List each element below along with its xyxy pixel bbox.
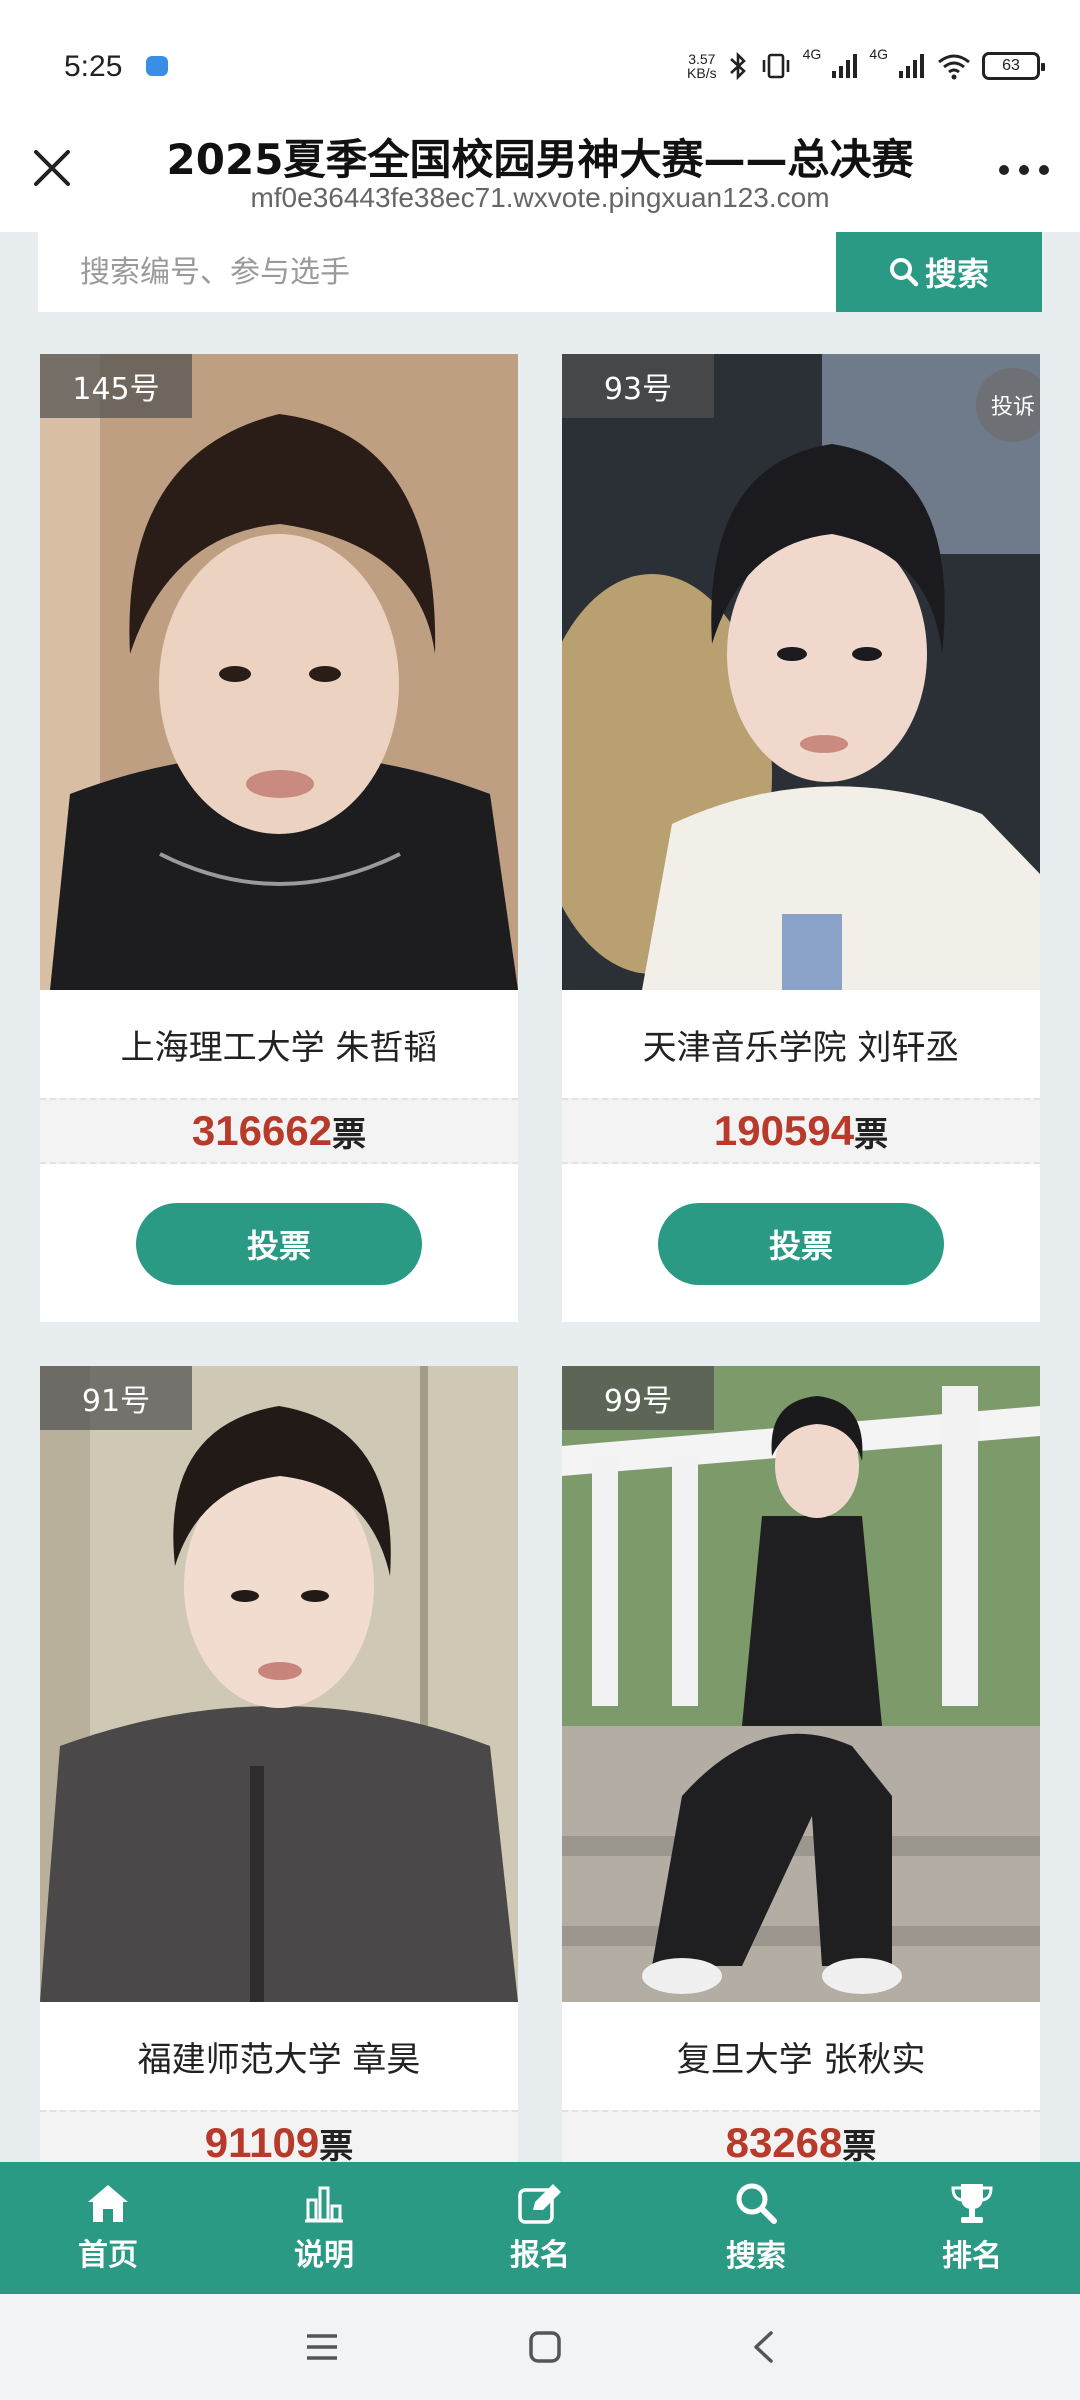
title-bar: 2025夏季全国校园男神大赛——总决赛 mf0e36443fe38ec71.wx… bbox=[0, 120, 1080, 232]
search-icon bbox=[889, 258, 919, 287]
contestant-photo-image bbox=[40, 1366, 518, 2002]
nav-label: 报名 bbox=[510, 2238, 570, 2273]
home-button-icon[interactable] bbox=[529, 2331, 561, 2363]
status-indicators: 3.57 KB/s 4G 4G 63 bbox=[687, 46, 1045, 86]
close-icon[interactable] bbox=[28, 144, 76, 192]
vote-count-number: 83268 bbox=[725, 2119, 843, 2162]
nav-search[interactable]: 搜索 bbox=[648, 2162, 864, 2294]
contestant-card: 91号 福建师范大学 章昊 91109 票 bbox=[40, 1366, 518, 2162]
vote-count-number: 91109 bbox=[204, 2119, 320, 2162]
contestant-photo-image bbox=[40, 354, 518, 990]
contestant-card: 93号 投诉 天津音乐学院 刘轩丞 190594 票 投票 bbox=[562, 354, 1040, 1322]
trophy-icon bbox=[951, 2184, 993, 2223]
contestant-name: 福建师范大学 章昊 bbox=[137, 2039, 421, 2080]
bluetooth-icon bbox=[729, 51, 746, 81]
contestant-photo[interactable]: 99号 bbox=[562, 1366, 1040, 2002]
vote-count-unit: 票 bbox=[319, 2126, 354, 2163]
vote-button[interactable]: 投票 bbox=[658, 1203, 944, 1285]
network-type-1: 4G bbox=[802, 46, 822, 62]
search-button-label: 搜索 bbox=[924, 255, 989, 293]
back-icon[interactable] bbox=[751, 2330, 775, 2364]
contestant-number: 145号 bbox=[40, 354, 192, 418]
signal-icon-2 bbox=[899, 54, 924, 78]
page-title: 2025夏季全国校园男神大赛——总决赛 bbox=[166, 135, 914, 184]
contestant-photo[interactable]: 93号 投诉 bbox=[562, 354, 1040, 990]
contestant-number: 91号 bbox=[40, 1366, 192, 1430]
search-input[interactable] bbox=[38, 232, 836, 312]
card-action: 投票 bbox=[40, 1164, 518, 1322]
report-button[interactable]: 投诉 bbox=[976, 368, 1040, 442]
search-button[interactable]: 搜索 bbox=[836, 232, 1042, 312]
chart-icon bbox=[305, 2186, 343, 2223]
status-bar: 5:25 3.57 KB/s 4G 4G 63 bbox=[0, 0, 1080, 120]
contestant-photo[interactable]: 145号 bbox=[40, 354, 518, 990]
network-speed-unit: KB/s bbox=[687, 65, 717, 81]
menu-icon[interactable] bbox=[305, 2333, 339, 2361]
dot-icon bbox=[1039, 165, 1049, 175]
dot-icon bbox=[999, 165, 1009, 175]
page-url: mf0e36443fe38ec71.wxvote.pingxuan123.com bbox=[250, 182, 830, 213]
vote-count: 83268 票 bbox=[562, 2110, 1040, 2162]
vote-count: 316662 票 bbox=[40, 1098, 518, 1164]
network-speed: 3.57 KB/s bbox=[687, 52, 717, 80]
vibrate-icon bbox=[762, 53, 789, 79]
wifi-icon bbox=[938, 54, 970, 80]
vote-count: 190594 票 bbox=[562, 1098, 1040, 1164]
contestant-card: 99号 复旦大学 张秋实 83268 票 bbox=[562, 1366, 1040, 2162]
contestant-photo-image bbox=[562, 1366, 1040, 2002]
vote-count-unit: 票 bbox=[842, 2126, 877, 2163]
dot-icon bbox=[1019, 165, 1029, 175]
network-speed-value: 3.57 bbox=[688, 51, 716, 67]
contestant-name: 天津音乐学院 刘轩丞 bbox=[642, 1027, 960, 1068]
contestant-number: 99号 bbox=[562, 1366, 714, 1430]
search-bar: 搜索 bbox=[38, 232, 1042, 312]
vote-count-unit: 票 bbox=[332, 1114, 367, 1155]
more-options-button[interactable] bbox=[994, 160, 1054, 180]
battery-indicator: 63 bbox=[982, 52, 1045, 80]
nav-instructions[interactable]: 说明 bbox=[216, 2162, 432, 2294]
app-notification-icon bbox=[146, 56, 168, 76]
vote-count-number: 190594 bbox=[713, 1107, 855, 1154]
nav-label: 排名 bbox=[942, 2239, 1002, 2274]
vote-button[interactable]: 投票 bbox=[136, 1203, 422, 1285]
contestant-number: 93号 bbox=[562, 354, 714, 418]
contestant-photo[interactable]: 91号 bbox=[40, 1366, 518, 2002]
search-icon bbox=[736, 2183, 777, 2224]
contestant-card: 145号 上海理工大学 朱哲韬 316662 票 投票 bbox=[40, 354, 518, 1322]
contestant-name: 复旦大学 张秋实 bbox=[676, 2039, 926, 2080]
nav-ranking[interactable]: 排名 bbox=[864, 2162, 1080, 2294]
nav-label: 搜索 bbox=[726, 2239, 786, 2274]
contestant-name: 上海理工大学 朱哲韬 bbox=[120, 1027, 438, 1068]
nav-register[interactable]: 报名 bbox=[432, 2162, 648, 2294]
card-action: 投票 bbox=[562, 1164, 1040, 1322]
bottom-nav: 首页 说明 报名 搜索 排名 bbox=[0, 2162, 1080, 2294]
status-time: 5:25 bbox=[64, 50, 123, 83]
nav-home[interactable]: 首页 bbox=[0, 2162, 216, 2294]
battery-level: 63 bbox=[1002, 57, 1020, 74]
signal-icon-1 bbox=[832, 54, 858, 78]
edit-icon bbox=[518, 2184, 561, 2224]
system-navigation-bar bbox=[0, 2294, 1080, 2400]
vote-count: 91109 票 bbox=[40, 2110, 518, 2162]
contestant-photo-image bbox=[562, 354, 1040, 990]
nav-label: 首页 bbox=[78, 2238, 138, 2273]
vote-count-number: 316662 bbox=[191, 1107, 333, 1154]
home-icon bbox=[88, 2185, 128, 2222]
vote-count-unit: 票 bbox=[854, 1114, 889, 1155]
nav-label: 说明 bbox=[294, 2238, 354, 2273]
network-type-2: 4G bbox=[869, 46, 888, 62]
